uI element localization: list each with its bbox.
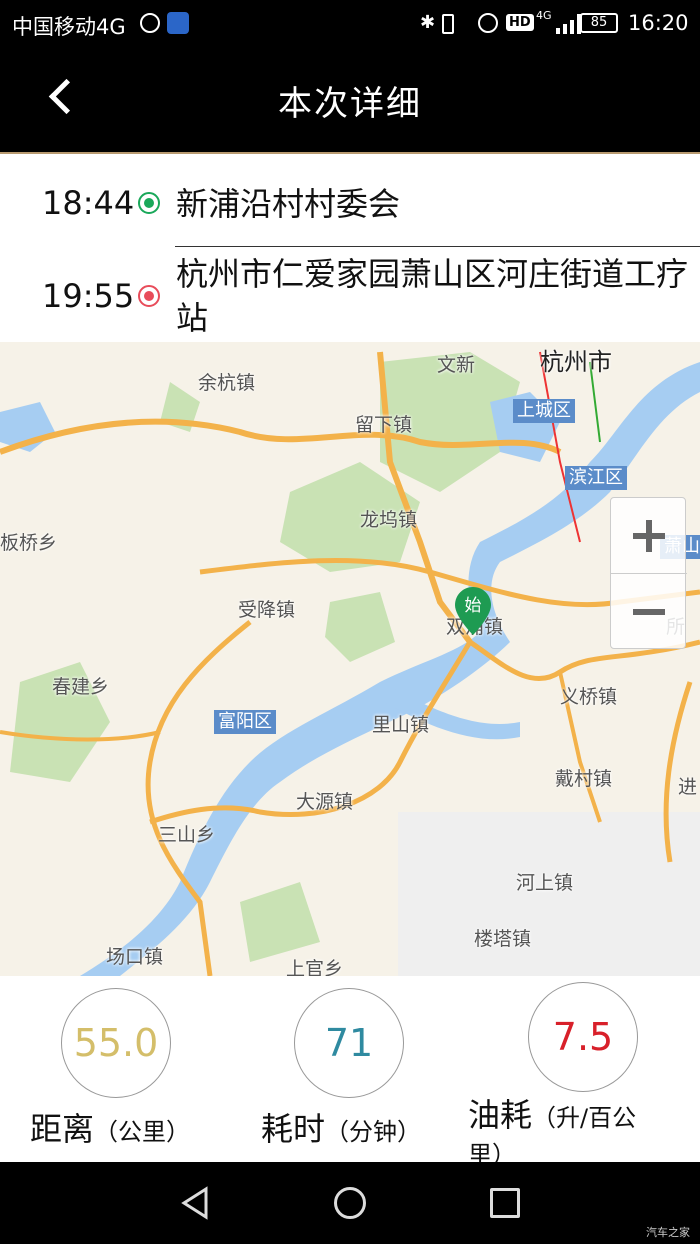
clock: 16:20 bbox=[628, 11, 689, 35]
distance-label-text: 距离 bbox=[30, 1110, 95, 1148]
map-label-sanshan: 三山乡 bbox=[158, 824, 216, 846]
distance-label: 距离（公里） bbox=[30, 1104, 190, 1150]
duration-label-text: 耗时 bbox=[261, 1110, 326, 1148]
duration-label: 耗时（分钟） bbox=[261, 1104, 421, 1150]
notification-icon bbox=[140, 13, 160, 33]
duration-value: 71 bbox=[294, 988, 404, 1098]
map-label-louta: 楼塔镇 bbox=[474, 928, 532, 950]
map-label-liuxia: 留下镇 bbox=[355, 414, 413, 436]
divider bbox=[175, 246, 700, 247]
nav-back-icon[interactable] bbox=[180, 1186, 210, 1220]
map-label-jin: 进 bbox=[678, 776, 698, 798]
trip-points: 18:44 新浦沿村村委会 19:55 杭州市仁爱家园萧山区河庄街道工疗站 bbox=[0, 156, 700, 342]
start-dot-icon bbox=[138, 192, 160, 214]
stat-duration: 71 耗时（分钟） bbox=[233, 976, 466, 1162]
hd-icon: HD bbox=[506, 14, 534, 31]
map-graphics bbox=[0, 351, 700, 976]
map-label-fuyang: 富阳区 bbox=[214, 710, 276, 734]
map-label-heshang: 河上镇 bbox=[516, 872, 574, 894]
map-label-daicun: 戴村镇 bbox=[555, 768, 613, 790]
system-icons: ✱ HD 4G bbox=[420, 9, 588, 36]
end-time: 19:55 bbox=[42, 277, 135, 315]
stat-fuel: 7.5 油耗（升/百公里） bbox=[466, 976, 699, 1169]
map-label-banqiao: 板桥乡 bbox=[0, 532, 58, 554]
zoom-in-button[interactable] bbox=[611, 498, 687, 574]
map-label-yuhang: 余杭镇 bbox=[198, 372, 256, 394]
page-title: 本次详细 bbox=[278, 84, 422, 124]
zoom-out-button[interactable] bbox=[611, 574, 687, 650]
map-label-shangguan: 上官乡 bbox=[286, 958, 344, 976]
start-location: 新浦沿村村委会 bbox=[176, 185, 401, 223]
map-label-dayuan: 大源镇 bbox=[296, 791, 354, 813]
zoom-controls bbox=[610, 497, 687, 650]
map-label-binjiang: 滨江区 bbox=[565, 466, 627, 490]
end-dot-icon bbox=[138, 285, 160, 307]
start-time: 18:44 bbox=[42, 184, 135, 222]
system-nav-bar bbox=[0, 1162, 700, 1244]
battery-icon: 85 bbox=[580, 13, 618, 33]
map-label-changkou: 场口镇 bbox=[106, 946, 164, 968]
map-label-shoujiang: 受降镇 bbox=[238, 599, 296, 621]
map-label-yiqiao: 义桥镇 bbox=[560, 686, 618, 708]
distance-unit: （公里） bbox=[94, 1118, 191, 1146]
map-label-shangcheng: 上城区 bbox=[513, 399, 575, 423]
status-bar: 中国移动4G ✱ HD 4G 85 16:20 bbox=[0, 0, 700, 50]
start-pin-icon[interactable]: 始 bbox=[455, 587, 491, 635]
duration-unit: （分钟） bbox=[325, 1118, 422, 1146]
carrier-label: 中国移动4G bbox=[12, 15, 126, 39]
watermark: 汽车之家 bbox=[646, 1226, 690, 1239]
nav-recent-apps-icon[interactable] bbox=[490, 1188, 520, 1218]
app-notification-icon bbox=[167, 12, 189, 34]
vibrate-icon bbox=[442, 14, 454, 34]
map-label-wenxin: 文新 bbox=[437, 354, 476, 376]
stat-distance: 55.0 距离（公里） bbox=[0, 976, 233, 1162]
map-label-lishan: 里山镇 bbox=[372, 714, 430, 736]
app-bar: 本次详细 bbox=[0, 50, 700, 154]
trip-stats: 55.0 距离（公里） 71 耗时（分钟） 7.5 油耗（升/百公里） bbox=[0, 976, 700, 1169]
map-label-chunjian: 春建乡 bbox=[52, 676, 110, 698]
pin-label: 始 bbox=[464, 596, 482, 616]
fuel-value: 7.5 bbox=[528, 982, 638, 1092]
map-label-hangzhou: 杭州市 bbox=[540, 348, 612, 376]
map-label-longwu: 龙坞镇 bbox=[360, 509, 418, 531]
map-view[interactable]: 杭州市 文新 余杭镇 留下镇 上城区 滨江区 萧山区 龙坞镇 板桥乡 受降镇 双… bbox=[0, 342, 700, 976]
end-location: 杭州市仁爱家园萧山区河庄街道工疗站 bbox=[176, 255, 689, 337]
bluetooth-icon: ✱ bbox=[420, 12, 436, 33]
distance-value: 55.0 bbox=[61, 988, 171, 1098]
fuel-label-text: 油耗 bbox=[468, 1096, 533, 1134]
nav-home-icon[interactable] bbox=[334, 1187, 366, 1219]
alarm-icon bbox=[478, 13, 498, 33]
